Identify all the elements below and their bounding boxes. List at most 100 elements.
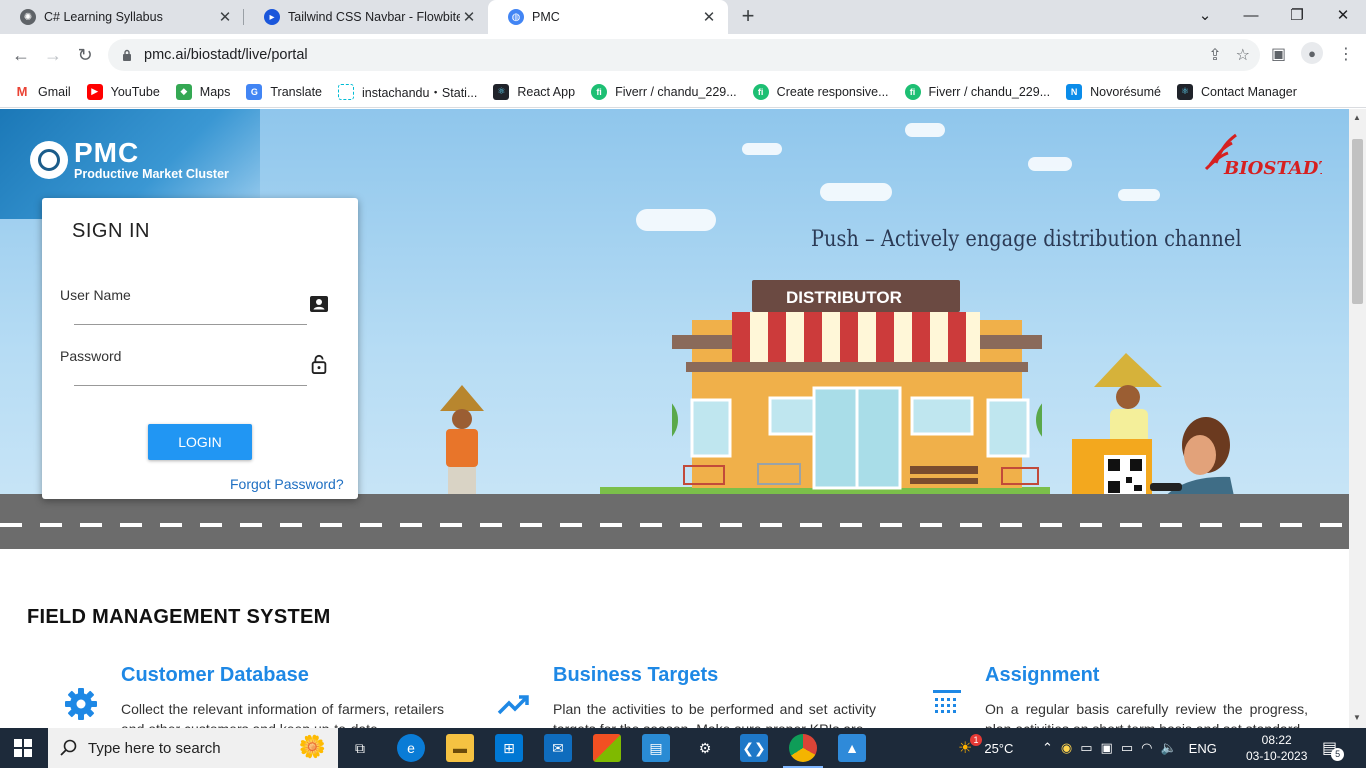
calendar-grid-icon	[933, 690, 961, 713]
logo-title: PMC	[74, 137, 140, 168]
new-tab-button[interactable]: +	[737, 4, 759, 28]
windows-start-icon[interactable]	[14, 739, 32, 757]
bookmark-translate[interactable]: G Translate	[246, 83, 322, 100]
signin-card: SIGN IN User Name Password LOGIN Forgot …	[42, 198, 358, 499]
youtube-icon: ▶	[86, 83, 103, 100]
task-view-icon[interactable]: ⧉	[346, 734, 374, 762]
address-bar[interactable]: pmc.ai/biostadt/live/portal ⇪ ☆	[108, 39, 1260, 71]
bookmark-create-responsive[interactable]: fi Create responsive...	[752, 83, 889, 100]
bookmark-label: Contact Manager	[1201, 84, 1297, 99]
signin-heading: SIGN IN	[72, 220, 150, 242]
tab-search-icon[interactable]: ⌄	[1182, 0, 1228, 30]
password-input[interactable]	[74, 359, 307, 381]
fiverr-icon: fi	[591, 83, 608, 100]
username-input[interactable]	[74, 298, 307, 320]
photos-icon[interactable]: ▲	[838, 734, 866, 762]
cloud	[820, 183, 892, 201]
share-icon[interactable]: ⇪	[1208, 45, 1221, 65]
close-tab-icon[interactable]: ✕	[700, 8, 718, 26]
profile-avatar-icon[interactable]: ●	[1301, 42, 1323, 64]
road-lane-markings	[0, 523, 1349, 527]
weather-widget[interactable]: ☀ 1 25°C	[958, 728, 1013, 768]
chevron-up-icon[interactable]: ⌃	[1042, 740, 1053, 756]
bookmarks-bar: M Gmail ▶ YouTube ◆ Maps G Translate instach…	[0, 76, 1366, 108]
flowers-decoration-icon: 🌼	[298, 734, 326, 759]
bookmark-instachandu[interactable]: instachandu・Stati...	[338, 82, 477, 101]
edge-icon[interactable]: e	[397, 734, 425, 762]
office-icon[interactable]	[593, 734, 621, 762]
chrome-icon[interactable]	[789, 734, 817, 762]
menu-kebab-icon[interactable]: ⋮	[1338, 44, 1354, 64]
pmc-logo[interactable]: PMC Productive Market Cluster	[30, 139, 229, 181]
scroll-up-arrow-icon[interactable]: ▲	[1353, 113, 1361, 122]
notification-center[interactable]: ▤ 5	[1322, 728, 1350, 768]
windows-taskbar: Type here to search 🌼 ⧉ e ▬ ⊞ ✉ ▤ ⚙ ❮❯ ▲…	[0, 728, 1366, 768]
minimize-button[interactable]: —	[1228, 0, 1274, 30]
bookmark-fiverr-1[interactable]: fi Fiverr / chandu_229...	[591, 83, 737, 100]
back-button[interactable]: ←	[8, 42, 34, 68]
language-indicator[interactable]: ENG	[1189, 741, 1217, 756]
close-window-button[interactable]: ✕	[1320, 0, 1366, 30]
control-panel-icon[interactable]: ▤	[642, 734, 670, 762]
bookmark-react-app[interactable]: ⚛ React App	[493, 83, 576, 100]
brand-text: BIOSTADT	[1223, 158, 1322, 179]
login-button[interactable]: LOGIN	[148, 424, 252, 460]
bookmark-gmail[interactable]: M Gmail	[14, 83, 71, 100]
tab-pmc[interactable]: ◍ PMC ✕	[488, 0, 728, 34]
scroll-down-arrow-icon[interactable]: ▼	[1353, 713, 1361, 722]
tab-tailwind-navbar[interactable]: ▸ Tailwind CSS Navbar - Flowbite ✕	[244, 0, 488, 34]
cloud	[742, 143, 782, 155]
tray-device-icon[interactable]: ▣	[1101, 740, 1113, 756]
close-tab-icon[interactable]: ✕	[460, 8, 478, 26]
clock[interactable]: 08:22 03-10-2023	[1246, 728, 1307, 768]
hero-tagline: Push – Actively engage distribution chan…	[811, 227, 1242, 252]
taskbar-search-placeholder: Type here to search	[88, 739, 221, 757]
tray-app-icon[interactable]: ◉	[1061, 740, 1072, 756]
translate-icon: G	[246, 83, 263, 100]
volume-icon[interactable]: 🔈	[1160, 740, 1176, 756]
url-text: pmc.ai/biostadt/live/portal	[144, 47, 308, 63]
flowbite-icon: ▸	[264, 9, 280, 25]
forgot-password-link[interactable]: Forgot Password?	[230, 476, 344, 492]
scrollbar-thumb[interactable]	[1352, 139, 1363, 304]
microsoft-store-icon[interactable]: ⊞	[495, 734, 523, 762]
vscode-icon[interactable]: ❮❯	[740, 734, 768, 762]
forward-button[interactable]: →	[40, 42, 66, 68]
biostadt-logo: BIOSTADT	[1204, 133, 1322, 179]
tab-csharp-syllabus[interactable]: ✺ C# Learning Syllabus ✕	[0, 0, 244, 34]
bookmark-label: React App	[517, 84, 576, 99]
bookmark-novoresume[interactable]: N Novorésumé	[1066, 83, 1161, 100]
settings-gear-icon[interactable]: ⚙	[691, 734, 719, 762]
battery-icon[interactable]: ▭	[1121, 740, 1133, 756]
restore-button[interactable]: ❐	[1274, 0, 1320, 30]
contact-card-icon	[310, 296, 328, 312]
page-scrollbar[interactable]: ▲ ▼	[1349, 109, 1366, 728]
reload-button[interactable]: ↻	[72, 42, 98, 68]
cloud	[905, 123, 945, 137]
feature-description: Collect the relevant information of farm…	[121, 701, 444, 728]
bookmark-maps[interactable]: ◆ Maps	[175, 83, 230, 100]
distributor-shop-illustration: DISTRIBUTOR	[672, 280, 1042, 490]
feature-title: Customer Database	[121, 664, 309, 686]
tray-meet-icon[interactable]: ▭	[1080, 740, 1092, 756]
lock-icon[interactable]	[122, 49, 132, 61]
side-panel-icon[interactable]: ▣	[1271, 44, 1286, 64]
taskbar-search-box[interactable]: Type here to search 🌼	[48, 728, 338, 768]
feature-assignment: Assignment On a regular basis carefully …	[985, 664, 1308, 728]
cloud	[1118, 189, 1160, 201]
close-tab-icon[interactable]: ✕	[216, 8, 234, 26]
password-underline	[74, 385, 307, 386]
wifi-icon[interactable]: ◠	[1141, 740, 1152, 756]
bookmark-star-icon[interactable]: ☆	[1236, 45, 1250, 65]
road	[0, 494, 1349, 549]
tab-title: Tailwind CSS Navbar - Flowbite	[288, 10, 460, 24]
bookmark-label: Fiverr / chandu_229...	[928, 84, 1051, 99]
file-explorer-icon[interactable]: ▬	[446, 734, 474, 762]
cloud	[1028, 157, 1072, 171]
mail-icon[interactable]: ✉	[544, 734, 572, 762]
bookmark-fiverr-2[interactable]: fi Fiverr / chandu_229...	[904, 83, 1051, 100]
browser-tab-strip: ✺ C# Learning Syllabus ✕ ▸ Tailwind CSS …	[0, 0, 1366, 34]
bookmark-youtube[interactable]: ▶ YouTube	[86, 83, 160, 100]
bookmark-contact-manager[interactable]: ⚛ Contact Manager	[1177, 83, 1297, 100]
unlock-icon	[311, 354, 327, 374]
